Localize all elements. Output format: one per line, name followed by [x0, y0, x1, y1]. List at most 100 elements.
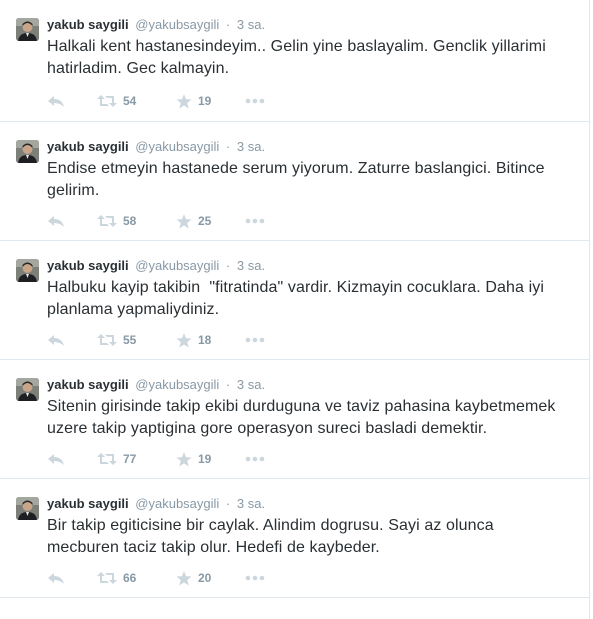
tweet-actions: 55 18 [47, 331, 287, 351]
favorite-button[interactable]: 19 [176, 450, 211, 468]
timeline: yakub saygili @yakubsaygili · 3 sa. Halk… [0, 0, 590, 619]
avatar[interactable] [16, 497, 39, 520]
avatar[interactable] [16, 18, 39, 41]
retweet-button[interactable]: 77 [97, 450, 136, 468]
username[interactable]: @yakubsaygili [135, 139, 219, 154]
more-dots-icon [245, 98, 265, 104]
retweet-button[interactable]: 58 [97, 212, 136, 230]
retweet-count: 58 [123, 214, 137, 228]
fullname[interactable]: yakub saygili [47, 496, 129, 511]
next-tweet-stub [0, 598, 589, 618]
tweet-text-line: gelirim. [47, 182, 100, 199]
favorite-count: 19 [198, 452, 212, 466]
tweet-header: yakub saygili @yakubsaygili · 3 sa. [47, 258, 265, 274]
separator: · [225, 139, 231, 154]
star-icon [176, 213, 192, 229]
reply-icon [47, 214, 65, 228]
tweet-text: Sitenin girisinde takip ekibi durduguna … [47, 396, 567, 440]
tweet-text-line: Halkali kent hastanesindeyim.. Gelin yin… [47, 38, 546, 55]
star-icon [176, 93, 192, 109]
more-dots-icon [245, 456, 265, 462]
tweet[interactable]: yakub saygili @yakubsaygili · 3 sa. Halk… [0, 0, 589, 122]
tweet[interactable]: yakub saygili @yakubsaygili · 3 sa. Bir … [0, 479, 589, 598]
tweet-text: Bir takip egiticisine bir caylak. Alindi… [47, 515, 567, 559]
separator: · [225, 258, 231, 273]
reply-icon [47, 571, 65, 585]
reply-icon [47, 94, 65, 108]
reply-icon [47, 333, 65, 347]
separator: · [225, 17, 231, 32]
star-icon [176, 332, 192, 348]
favorite-button[interactable]: 20 [176, 569, 211, 587]
avatar[interactable] [16, 259, 39, 282]
tweet-actions: 66 20 [47, 569, 287, 589]
retweet-count: 55 [123, 333, 137, 347]
more-dots-icon [245, 575, 265, 581]
fullname[interactable]: yakub saygili [47, 377, 129, 392]
retweet-count: 54 [123, 94, 137, 108]
retweet-count: 66 [123, 571, 137, 585]
reply-button[interactable] [47, 450, 65, 468]
fullname[interactable]: yakub saygili [47, 17, 129, 32]
favorite-button[interactable]: 25 [176, 212, 211, 230]
tweet-text-line: Sitenin girisinde takip ekibi durduguna … [47, 398, 556, 415]
more-button[interactable] [245, 212, 265, 230]
favorite-button[interactable]: 19 [176, 92, 211, 110]
tweet-text-line: hatirladim. Gec kalmayin. [47, 60, 230, 77]
timestamp[interactable]: 3 sa. [237, 377, 265, 392]
favorite-count: 20 [198, 571, 212, 585]
reply-icon [47, 452, 65, 466]
tweet-header: yakub saygili @yakubsaygili · 3 sa. [47, 496, 265, 512]
tweet-actions: 58 25 [47, 212, 287, 232]
retweet-icon [97, 452, 117, 466]
star-icon [176, 451, 192, 467]
tweet-text-line: mecburen taciz takip olur. Hedefi de kay… [47, 539, 380, 556]
favorite-button[interactable]: 18 [176, 331, 211, 349]
retweet-icon [97, 94, 117, 108]
avatar[interactable] [16, 140, 39, 163]
retweet-icon [97, 571, 117, 585]
separator: · [225, 377, 231, 392]
more-dots-icon [245, 337, 265, 343]
retweet-button[interactable]: 66 [97, 569, 136, 587]
tweet-text: Halkali kent hastanesindeyim.. Gelin yin… [47, 36, 567, 80]
retweet-button[interactable]: 55 [97, 331, 136, 349]
more-button[interactable] [245, 569, 265, 587]
tweet-text: Endise etmeyin hastanede serum yiyorum. … [47, 158, 567, 202]
reply-button[interactable] [47, 92, 65, 110]
username[interactable]: @yakubsaygili [135, 377, 219, 392]
tweet[interactable]: yakub saygili @yakubsaygili · 3 sa. Site… [0, 360, 589, 479]
avatar[interactable] [16, 378, 39, 401]
tweet-header: yakub saygili @yakubsaygili · 3 sa. [47, 17, 265, 33]
timestamp[interactable]: 3 sa. [237, 258, 265, 273]
more-button[interactable] [245, 331, 265, 349]
more-button[interactable] [245, 92, 265, 110]
reply-button[interactable] [47, 212, 65, 230]
tweet[interactable]: yakub saygili @yakubsaygili · 3 sa. Endi… [0, 122, 589, 241]
reply-button[interactable] [47, 331, 65, 349]
tweet[interactable]: yakub saygili @yakubsaygili · 3 sa. Halb… [0, 241, 589, 360]
username[interactable]: @yakubsaygili [135, 258, 219, 273]
timestamp[interactable]: 3 sa. [237, 17, 265, 32]
timestamp[interactable]: 3 sa. [237, 496, 265, 511]
tweet-text-line: Endise etmeyin hastanede serum yiyorum. … [47, 160, 545, 177]
fullname[interactable]: yakub saygili [47, 258, 129, 273]
reply-button[interactable] [47, 569, 65, 587]
more-button[interactable] [245, 450, 265, 468]
retweet-icon [97, 333, 117, 347]
fullname[interactable]: yakub saygili [47, 139, 129, 154]
timestamp[interactable]: 3 sa. [237, 139, 265, 154]
more-dots-icon [245, 218, 265, 224]
tweet-actions: 54 19 [47, 92, 287, 112]
tweet-text-line: Bir takip egiticisine bir caylak. Alindi… [47, 517, 494, 534]
favorite-count: 18 [198, 333, 212, 347]
tweet-text: Halbuku kayip takibin "fitratinda" vardi… [47, 277, 567, 321]
tweet-actions: 77 19 [47, 450, 287, 470]
username[interactable]: @yakubsaygili [135, 496, 219, 511]
retweet-button[interactable]: 54 [97, 92, 136, 110]
tweet-text-line: planlama yapmaliydiniz. [47, 301, 220, 318]
tweet-header: yakub saygili @yakubsaygili · 3 sa. [47, 377, 265, 393]
tweet-text-line: uzere takip yaptigina gore operasyon sur… [47, 420, 488, 437]
username[interactable]: @yakubsaygili [135, 17, 219, 32]
favorite-count: 25 [198, 214, 212, 228]
